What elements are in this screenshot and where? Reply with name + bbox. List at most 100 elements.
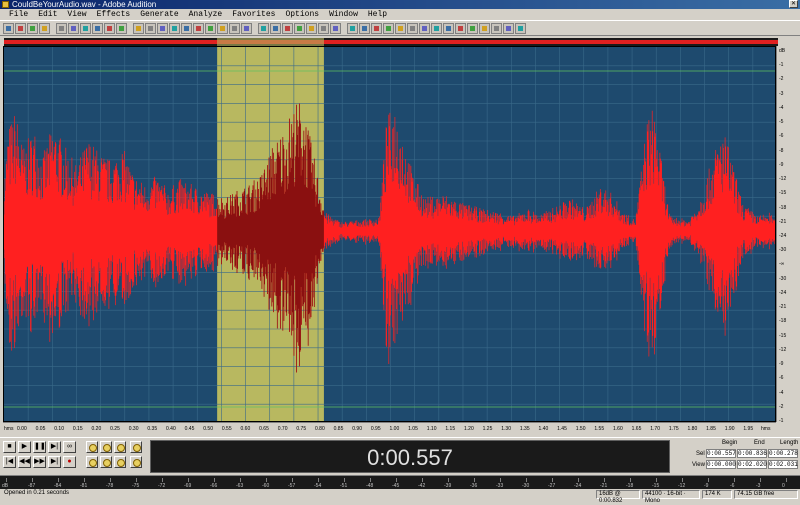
copy-icon[interactable]: [68, 22, 79, 34]
analysis-icon[interactable]: [443, 22, 454, 34]
time-tick-label: 1.95: [743, 426, 754, 432]
pause-button[interactable]: ❚❚: [33, 441, 46, 453]
marquee-icon[interactable]: [282, 22, 293, 34]
marker-icon[interactable]: [229, 22, 240, 34]
meter-tick-mark: [578, 478, 579, 482]
time-tick-label: 0.40: [166, 426, 176, 432]
zoom-selection-button[interactable]: [114, 456, 126, 468]
zoom-out-horizontal-button[interactable]: [100, 441, 112, 453]
metronome-icon[interactable]: [217, 22, 228, 34]
menu-generate[interactable]: Generate: [135, 9, 183, 20]
save-icon[interactable]: [27, 22, 38, 34]
sel-begin-field[interactable]: 0:00.557: [706, 449, 736, 458]
menu-effects[interactable]: Effects: [92, 9, 136, 20]
sel-length-field[interactable]: 0:00.278: [768, 449, 798, 458]
spectral-view-icon[interactable]: [145, 22, 156, 34]
meter-tick-mark: [162, 478, 163, 482]
time-tick-label: 1.00: [389, 426, 400, 432]
stretch-icon[interactable]: [431, 22, 442, 34]
go-start-button[interactable]: |◀: [3, 456, 16, 468]
script-icon[interactable]: [491, 22, 502, 34]
menu-analyze[interactable]: Analyze: [184, 9, 228, 20]
help-icon[interactable]: [515, 22, 526, 34]
db-tick-label: -21: [779, 218, 787, 225]
eq-icon[interactable]: [395, 22, 406, 34]
rewind-button[interactable]: ◀◀: [18, 456, 31, 468]
db-tick-label: -24: [779, 233, 787, 239]
waveform-overview[interactable]: [4, 38, 778, 46]
time-tick-label: 0.35: [147, 426, 158, 432]
loop-icon[interactable]: [205, 22, 216, 34]
zoom-to-left-button[interactable]: [86, 456, 98, 468]
repeat-icon[interactable]: [133, 22, 144, 34]
loop-button[interactable]: ∞: [63, 441, 76, 453]
frequency-icon[interactable]: [455, 22, 466, 34]
cd-icon[interactable]: [193, 22, 204, 34]
undo-icon[interactable]: [104, 22, 115, 34]
view-length-field[interactable]: 0:02.031: [768, 460, 798, 469]
batch-icon[interactable]: [479, 22, 490, 34]
noise-icon[interactable]: [407, 22, 418, 34]
time-tick-label: 0.45: [184, 426, 195, 432]
waveform-display[interactable]: [3, 46, 776, 422]
normalize-icon[interactable]: [359, 22, 370, 34]
time-ruler[interactable]: hms hms 0.00 0.05 0.10 0.15 0.20 0.25 0.30 0.35 0.…: [3, 422, 776, 436]
brush-icon[interactable]: [318, 22, 329, 34]
menu-view[interactable]: View: [62, 9, 91, 20]
envelope-icon[interactable]: [241, 22, 252, 34]
multitrack-icon[interactable]: [3, 22, 14, 34]
menu-help[interactable]: Help: [363, 9, 392, 20]
redo-icon[interactable]: [116, 22, 127, 34]
menu-edit[interactable]: Edit: [33, 9, 62, 20]
go-end-button[interactable]: ▶|: [48, 456, 61, 468]
close-window-button[interactable]: ✕: [789, 0, 798, 8]
snap-icon[interactable]: [169, 22, 180, 34]
meter-tick-mark: [318, 478, 319, 482]
time-tick-label: 0.25: [110, 426, 120, 432]
zoom-to-right-button[interactable]: [100, 456, 112, 468]
delay-icon[interactable]: [383, 22, 394, 34]
time-select-icon[interactable]: [270, 22, 281, 34]
amplify-icon[interactable]: [347, 22, 358, 34]
reverb-icon[interactable]: [371, 22, 382, 34]
time-unit-label-right: hms: [761, 426, 771, 432]
menu-options[interactable]: Options: [280, 9, 324, 20]
zoom-in-horizontal-button[interactable]: [86, 441, 98, 453]
phase-icon[interactable]: [467, 22, 478, 34]
stop-button[interactable]: ■: [3, 441, 16, 453]
scrub-icon[interactable]: [306, 22, 317, 34]
play-button[interactable]: ▶: [18, 441, 31, 453]
view-end-field[interactable]: 0:02.020: [737, 460, 767, 469]
menu-file[interactable]: File: [4, 9, 33, 20]
close-file-icon[interactable]: [39, 22, 50, 34]
sel-end-field[interactable]: 0:00.836: [737, 449, 767, 458]
zoom-out-vertical-button[interactable]: [130, 456, 142, 468]
zoom-in-vertical-button[interactable]: [130, 441, 142, 453]
record-button[interactable]: ●: [63, 456, 76, 468]
pitch-icon[interactable]: [419, 22, 430, 34]
paste-icon[interactable]: [80, 22, 91, 34]
time-tick-label: 0.05: [35, 426, 46, 432]
toolbar: [0, 20, 800, 36]
play-to-end-button[interactable]: ▶|: [48, 441, 61, 453]
audition-app-icon[interactable]: [2, 1, 9, 8]
menu-favorites[interactable]: Favorites: [227, 9, 280, 20]
cut-icon[interactable]: [56, 22, 67, 34]
mix-paste-icon[interactable]: [92, 22, 103, 34]
time-tick-label: 1.60: [613, 426, 623, 432]
menu-window[interactable]: Window: [324, 9, 363, 20]
waveform-view-icon[interactable]: [157, 22, 168, 34]
meter-tick-mark: [604, 478, 605, 482]
cd-burn-icon[interactable]: [503, 22, 514, 34]
zoom-out-full-button[interactable]: [114, 441, 126, 453]
view-begin-field[interactable]: 0:00.000: [706, 460, 736, 469]
time-tick-label: 1.45: [557, 426, 567, 432]
menu-bar: File Edit View Effects Generate Analyze Favori…: [0, 9, 800, 20]
waveform-canvas[interactable]: [4, 47, 776, 422]
zoom-tool-icon[interactable]: [258, 22, 269, 34]
settings-icon[interactable]: [181, 22, 192, 34]
lasso-icon[interactable]: [294, 22, 305, 34]
fast-forward-button[interactable]: ▶▶: [33, 456, 46, 468]
effects-icon[interactable]: [330, 22, 341, 34]
open-icon[interactable]: [15, 22, 26, 34]
